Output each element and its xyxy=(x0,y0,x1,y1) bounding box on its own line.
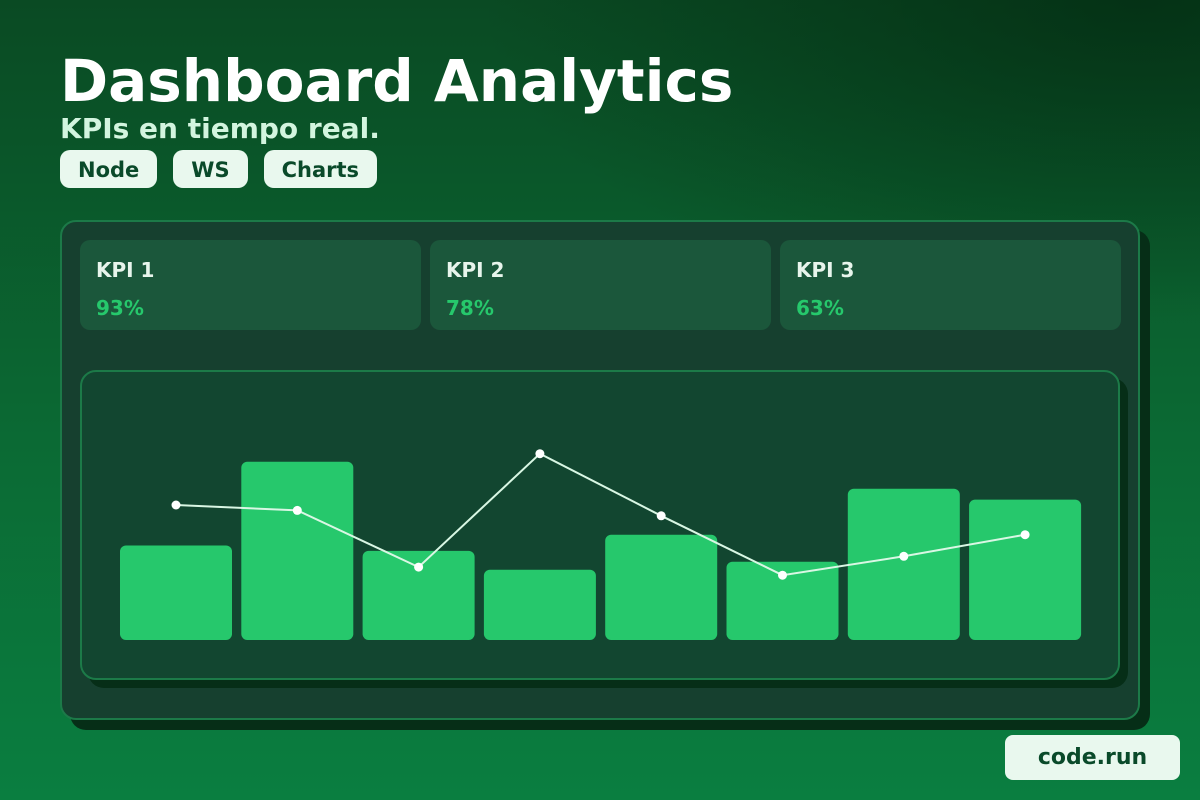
kpi-label: KPI 1 xyxy=(96,258,155,282)
dashboard-panel: KPI 1 93% KPI 2 78% KPI 3 63% xyxy=(60,220,1140,720)
kpi-label: KPI 2 xyxy=(446,258,505,282)
tag-list: Node WS Charts xyxy=(60,150,378,188)
kpi-value: 78% xyxy=(446,296,494,320)
kpi-value: 63% xyxy=(796,296,844,320)
chart-line-point-7 xyxy=(899,551,909,561)
tag-charts[interactable]: Charts xyxy=(263,150,378,188)
chart-line-point-8 xyxy=(1020,530,1030,540)
chart-line-point-6 xyxy=(778,570,787,580)
chart-line-point-4 xyxy=(535,449,545,459)
footer-badge[interactable]: code.run xyxy=(1005,735,1180,780)
chart-bar-7 xyxy=(847,488,960,640)
kpi-label: KPI 3 xyxy=(796,258,855,282)
chart-bar-5 xyxy=(605,534,718,640)
tag-ws[interactable]: WS xyxy=(173,150,248,188)
combo-chart xyxy=(120,449,1082,640)
kpi-card-1[interactable]: KPI 1 93% xyxy=(80,240,421,330)
chart-bar-2 xyxy=(241,461,354,640)
chart-line-point-5 xyxy=(656,511,666,521)
chart-container xyxy=(80,370,1120,680)
page-subtitle: KPIs en tiempo real. xyxy=(60,112,380,145)
tag-node[interactable]: Node xyxy=(60,150,158,188)
kpi-card-3[interactable]: KPI 3 63% xyxy=(780,240,1121,330)
kpi-value: 93% xyxy=(96,296,144,320)
chart-bar-1 xyxy=(120,545,232,640)
chart-line-point-1 xyxy=(171,500,181,510)
chart-line-point-2 xyxy=(292,505,302,515)
page-title: Dashboard Analytics xyxy=(60,47,734,115)
chart-line-point-3 xyxy=(414,562,424,572)
chart-bar-4 xyxy=(483,569,596,640)
kpi-card-2[interactable]: KPI 2 78% xyxy=(430,240,771,330)
chart-bar-8 xyxy=(969,499,1082,640)
